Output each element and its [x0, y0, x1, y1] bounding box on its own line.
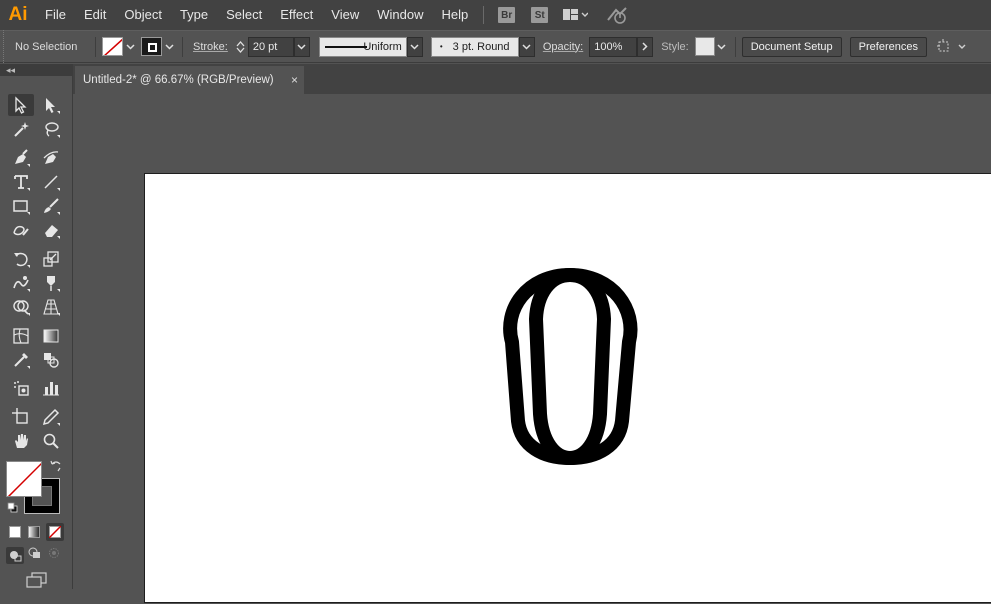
gpu-performance-icon[interactable]	[606, 6, 628, 24]
selection-tool-icon[interactable]	[8, 94, 34, 116]
zoom-tool-icon[interactable]	[38, 430, 64, 452]
align-options-icon[interactable]	[936, 38, 969, 55]
divider	[95, 36, 96, 57]
profile-label: Uniform	[363, 40, 402, 53]
free-transform-tool-icon[interactable]	[38, 272, 64, 294]
style-chevron-down-icon[interactable]	[715, 40, 729, 54]
profile-chevron-down-icon[interactable]	[406, 36, 423, 57]
profile-line-preview	[324, 45, 367, 48]
curvature-tool-icon[interactable]	[38, 147, 64, 169]
artwork	[503, 268, 638, 465]
artboard[interactable]	[144, 173, 991, 603]
document-tab-bar: Untitled-2* @ 66.67% (RGB/Preview) ×	[73, 64, 991, 94]
collapse-panel-icon[interactable]: ◂◂	[0, 64, 72, 76]
selection-status: No Selection	[15, 40, 78, 53]
style-label: Style:	[661, 40, 689, 53]
menu-object[interactable]: Object	[115, 0, 171, 30]
line-segment-tool-icon[interactable]	[38, 171, 64, 193]
preferences-button[interactable]: Preferences	[849, 36, 927, 57]
stock-button[interactable]: St	[531, 7, 549, 23]
shaper-tool-icon[interactable]	[8, 219, 34, 241]
stroke-label[interactable]: Stroke:	[193, 41, 228, 53]
draw-behind-icon[interactable]	[28, 547, 41, 562]
control-bar-grip[interactable]	[3, 30, 7, 63]
fill-color-swatch[interactable]	[6, 461, 42, 497]
app-logo: Ai	[8, 4, 28, 25]
perspective-grid-tool-icon[interactable]	[38, 296, 64, 318]
menu-help[interactable]: Help	[432, 0, 477, 30]
hand-tool-icon[interactable]	[8, 430, 34, 452]
menu-separator	[483, 6, 485, 24]
menu-window[interactable]: Window	[368, 0, 432, 30]
lasso-tool-icon[interactable]	[38, 118, 64, 140]
arrange-documents-icon[interactable]	[562, 8, 589, 22]
menu-view[interactable]: View	[322, 0, 368, 30]
control-bar: No Selection Stroke: 20 pt Uniform • 3 p…	[0, 30, 991, 63]
magic-wand-tool-icon[interactable]	[8, 118, 34, 140]
brush-label: 3 pt. Round	[452, 40, 510, 53]
direct-selection-tool-icon[interactable]	[38, 94, 64, 116]
menu-file[interactable]: File	[36, 0, 75, 30]
document-tab-title: Untitled-2* @ 66.67% (RGB/Preview)	[83, 74, 274, 86]
eraser-tool-icon[interactable]	[38, 219, 64, 241]
fill-chevron-down-icon[interactable]	[123, 40, 137, 54]
pen-tool-icon[interactable]	[8, 147, 34, 169]
none-mode-icon[interactable]	[46, 523, 64, 541]
default-fill-stroke-icon[interactable]	[7, 502, 18, 516]
stroke-weight-stepper[interactable]	[236, 40, 245, 54]
variable-width-profile-dropdown[interactable]: Uniform	[318, 36, 407, 57]
screen-mode-icon[interactable]	[26, 572, 48, 591]
opacity-label[interactable]: Opacity:	[543, 41, 583, 53]
blend-tool-icon[interactable]	[38, 349, 64, 371]
slice-tool-icon[interactable]	[38, 406, 64, 428]
stroke-weight-input[interactable]: 20 pt	[247, 36, 294, 57]
graphic-style-swatch[interactable]	[694, 37, 715, 56]
opacity-input[interactable]: 100%	[589, 36, 638, 57]
rotate-tool-icon[interactable]	[8, 248, 34, 270]
color-mode-icon[interactable]	[9, 526, 21, 541]
menu-bar: Ai File Edit Object Type Select Effect V…	[0, 0, 991, 30]
swap-fill-stroke-icon[interactable]	[50, 460, 62, 475]
type-tool-icon[interactable]	[8, 171, 34, 193]
gradient-mode-icon[interactable]	[28, 526, 40, 541]
symbol-sprayer-tool-icon[interactable]	[8, 377, 34, 399]
bridge-button[interactable]: Br	[498, 7, 516, 23]
mesh-tool-icon[interactable]	[8, 325, 34, 347]
divider	[734, 36, 736, 57]
menu-edit[interactable]: Edit	[75, 0, 115, 30]
warp-tool-icon[interactable]	[8, 272, 34, 294]
inner-shape-path[interactable]	[529, 268, 611, 465]
brush-chevron-down-icon[interactable]	[518, 36, 535, 57]
draw-normal-icon[interactable]	[6, 547, 24, 564]
draw-inside-icon[interactable]	[48, 547, 61, 562]
canvas-area[interactable]	[73, 94, 991, 603]
gradient-tool-icon[interactable]	[38, 325, 64, 347]
brush-dot-icon: •	[439, 42, 443, 51]
menu-select[interactable]: Select	[217, 0, 271, 30]
tools-panel: ◂◂	[0, 64, 73, 589]
artboard-tool-icon[interactable]	[8, 406, 34, 428]
brush-definition-dropdown[interactable]: • 3 pt. Round	[430, 36, 519, 57]
paintbrush-tool-icon[interactable]	[38, 195, 64, 217]
stroke-swatch[interactable]	[141, 37, 162, 56]
document-setup-button[interactable]: Document Setup	[741, 36, 842, 57]
stroke-weight-chevron-down-icon[interactable]	[293, 36, 310, 57]
opacity-chevron-right-icon[interactable]	[637, 36, 654, 57]
close-tab-icon[interactable]: ×	[291, 73, 298, 87]
column-graph-tool-icon[interactable]	[38, 377, 64, 399]
fill-swatch[interactable]	[102, 37, 123, 56]
fill-stroke-widget	[5, 460, 65, 518]
outer-shape-path[interactable]	[503, 268, 638, 465]
shape-builder-tool-icon[interactable]	[8, 296, 34, 318]
rectangle-tool-icon[interactable]	[8, 195, 34, 217]
document-tab[interactable]: Untitled-2* @ 66.67% (RGB/Preview) ×	[75, 66, 304, 94]
scale-tool-icon[interactable]	[38, 248, 64, 270]
menu-type[interactable]: Type	[171, 0, 217, 30]
divider	[182, 36, 183, 57]
stroke-chevron-down-icon[interactable]	[162, 40, 176, 54]
menu-effect[interactable]: Effect	[271, 0, 322, 30]
eyedropper-tool-icon[interactable]	[8, 349, 34, 371]
